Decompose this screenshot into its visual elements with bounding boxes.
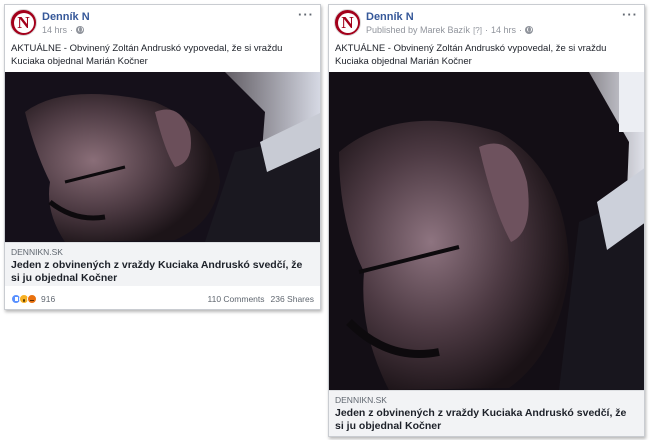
facebook-post-card: N Denník N Published by Marek Bazík [?] …: [328, 4, 645, 437]
link-preview[interactable]: DENNIKN.SK Jeden z obvinených z vraždy K…: [329, 390, 644, 436]
more-options-icon[interactable]: ···: [298, 7, 314, 22]
post-text-label: AKTUÁLNE: [335, 43, 386, 54]
info-mark[interactable]: [?]: [473, 26, 482, 35]
avatar-letter: N: [341, 13, 354, 32]
avatar-badge: N: [337, 12, 358, 33]
reaction-count[interactable]: 916: [41, 294, 55, 304]
avatar-badge: N: [13, 12, 34, 33]
meta-separator: ·: [518, 25, 522, 35]
post-text-label: AKTUÁLNE: [11, 43, 62, 54]
link-preview[interactable]: DENNIKN.SK Jeden z obvinených z vraždy K…: [5, 242, 320, 286]
angry-reaction-icon[interactable]: [27, 294, 37, 304]
more-options-icon[interactable]: ···: [622, 7, 638, 22]
link-domain: DENNIKN.SK: [11, 247, 63, 257]
avatar-letter: N: [17, 13, 30, 32]
page-avatar[interactable]: N: [334, 9, 361, 36]
published-by[interactable]: Published by Marek Bazík: [366, 25, 470, 35]
meta-separator: ·: [70, 25, 74, 35]
globe-icon: [524, 26, 533, 34]
page-name-link[interactable]: Denník N: [366, 11, 414, 23]
photo-man-profile-dark: [5, 72, 320, 242]
post-image[interactable]: [5, 72, 320, 242]
photo-man-profile-dark: [329, 72, 644, 390]
post-text: AKTUÁLNE - Obvinený Zoltán Andruskó vypo…: [11, 42, 311, 68]
shares-count[interactable]: 236 Shares: [271, 294, 314, 304]
post-image[interactable]: [329, 72, 644, 390]
link-title[interactable]: Jeden z obvinených z vraždy Kuciaka Andr…: [335, 407, 638, 433]
globe-icon: [76, 26, 85, 34]
facebook-post-card: N Denník N 14 hrs · ··· AKTUÁLNE - Obvin…: [4, 4, 321, 310]
reactions-bar: 916 110 Comments 236 Shares: [5, 287, 320, 309]
comments-count[interactable]: 110 Comments: [208, 294, 265, 304]
link-title[interactable]: Jeden z obvinených z vraždy Kuciaka Andr…: [11, 259, 314, 285]
link-domain: DENNIKN.SK: [335, 395, 387, 405]
post-text: AKTUÁLNE - Obvinený Zoltán Andruskó vypo…: [335, 42, 635, 68]
post-meta: Published by Marek Bazík [?] · 14 hrs ·: [366, 25, 533, 35]
post-meta: 14 hrs ·: [42, 25, 85, 35]
post-header: N Denník N 14 hrs · ···: [5, 5, 320, 38]
page-name-link[interactable]: Denník N: [42, 11, 90, 23]
post-header: N Denník N Published by Marek Bazík [?] …: [329, 5, 644, 38]
post-timestamp[interactable]: 14 hrs: [42, 25, 67, 35]
meta-separator: ·: [484, 25, 488, 35]
post-timestamp[interactable]: 14 hrs: [491, 25, 516, 35]
page-avatar[interactable]: N: [10, 9, 37, 36]
